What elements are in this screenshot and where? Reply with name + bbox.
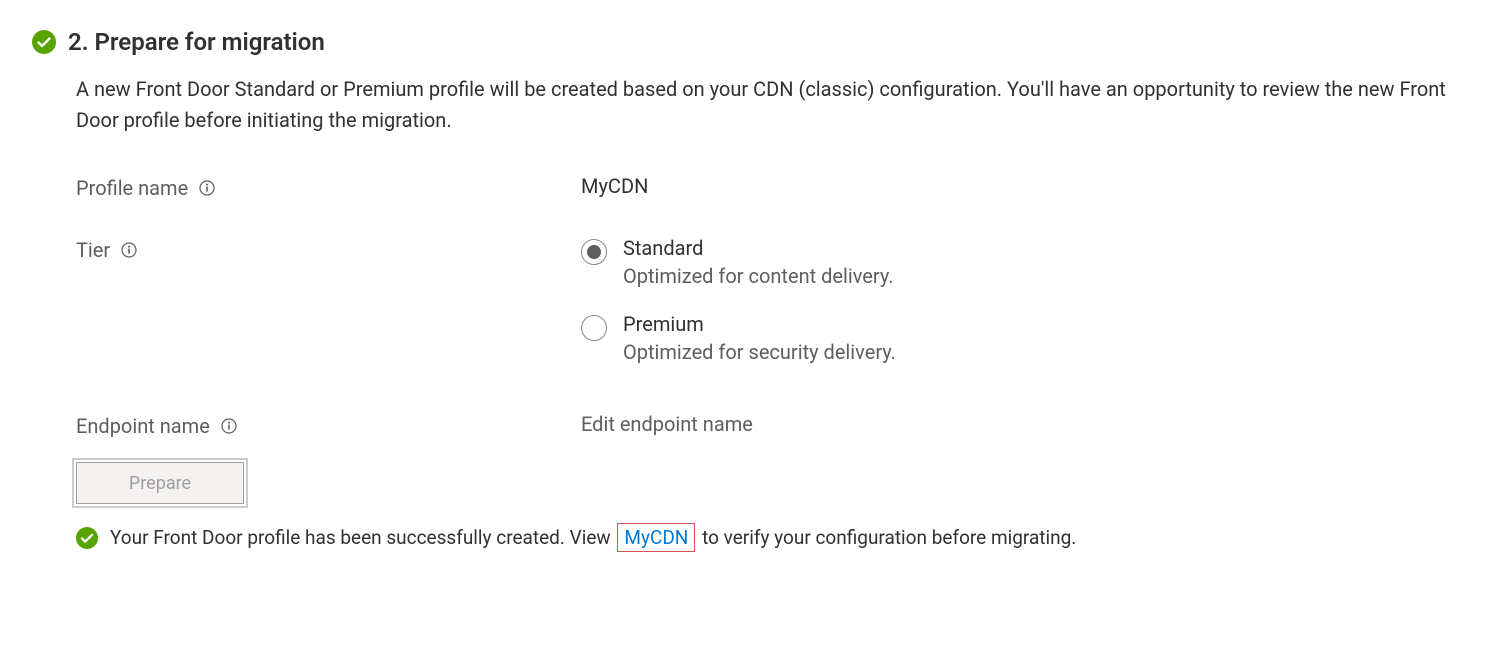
endpoint-label-col: Endpoint name [76, 412, 581, 438]
profile-name-label-col: Profile name [76, 174, 581, 200]
info-icon[interactable] [120, 241, 138, 259]
tier-row: Tier Standard Optimized for content deli… [76, 236, 1468, 364]
tier-standard-sub: Optimized for content delivery. [623, 264, 894, 288]
radio-selected-icon [581, 239, 607, 265]
endpoint-row: Endpoint name Edit endpoint name [76, 412, 1468, 438]
tier-option-standard[interactable]: Standard Optimized for content delivery. [581, 236, 1468, 288]
tier-premium-labels: Premium Optimized for security delivery. [623, 312, 896, 364]
tier-option-premium[interactable]: Premium Optimized for security delivery. [581, 312, 1468, 364]
tier-premium-sub: Optimized for security delivery. [623, 340, 896, 364]
tier-standard-label: Standard [623, 236, 894, 260]
info-icon[interactable] [198, 179, 216, 197]
profile-name-value: MyCDN [581, 174, 1468, 198]
prepare-button[interactable]: Prepare [76, 462, 244, 504]
step-title: 2. Prepare for migration [68, 28, 325, 56]
check-circle-icon [32, 30, 56, 54]
radio-unselected-icon [581, 315, 607, 341]
status-profile-link[interactable]: MyCDN [617, 523, 695, 552]
check-circle-icon [76, 527, 98, 549]
profile-name-label: Profile name [76, 176, 188, 200]
endpoint-name-value[interactable]: Edit endpoint name [581, 412, 1468, 436]
step-description: A new Front Door Standard or Premium pro… [76, 74, 1468, 136]
tier-premium-label: Premium [623, 312, 896, 336]
status-suffix: to verify your configuration before migr… [697, 526, 1076, 549]
form-grid: Profile name MyCDN Tier [76, 174, 1468, 438]
tier-standard-labels: Standard Optimized for content delivery. [623, 236, 894, 288]
endpoint-name-label: Endpoint name [76, 414, 210, 438]
profile-name-row: Profile name MyCDN [76, 174, 1468, 200]
tier-radio-group: Standard Optimized for content delivery.… [581, 236, 1468, 364]
step-header: 2. Prepare for migration [32, 28, 1468, 56]
info-icon[interactable] [220, 417, 238, 435]
status-prefix: Your Front Door profile has been success… [110, 526, 615, 549]
tier-label: Tier [76, 238, 110, 262]
status-row: Your Front Door profile has been success… [76, 526, 1468, 549]
tier-value-col: Standard Optimized for content delivery.… [581, 236, 1468, 364]
status-text: Your Front Door profile has been success… [110, 526, 1076, 549]
tier-label-col: Tier [76, 236, 581, 262]
